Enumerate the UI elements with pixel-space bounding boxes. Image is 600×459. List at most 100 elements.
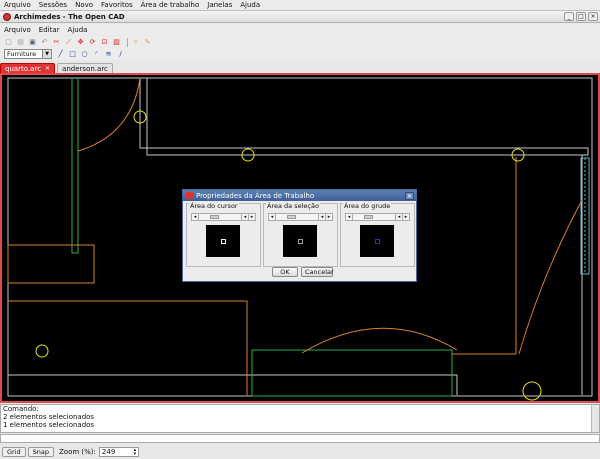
diagonal-line-icon[interactable]: /	[116, 50, 125, 59]
snap-toggle-button[interactable]: Snap	[27, 447, 55, 457]
group-label: Área do cursor	[189, 202, 239, 210]
cursor-area-slider[interactable]: ◂ ◂ ▸	[191, 213, 256, 221]
bed-arc	[301, 327, 458, 354]
document-icon[interactable]: ▧	[112, 38, 121, 47]
zoom-label: Zoom (%):	[59, 448, 96, 456]
command-console: Comando: 2 elementos selecionados 1 elem…	[0, 404, 600, 433]
cut-icon[interactable]: ✂	[52, 38, 61, 47]
slider-left-icon[interactable]: ◂	[241, 214, 248, 220]
group-label: Área do grude	[343, 202, 392, 210]
dialog-buttons: OK Cancelar	[272, 267, 334, 277]
open-file-icon[interactable]: ▤	[16, 38, 25, 47]
window-titlebar: Archimedes - The Open CAD _ □ ×	[0, 11, 600, 23]
console-scrollbar[interactable]	[591, 405, 599, 432]
desktop-menu-area-de-trabalho[interactable]: Área de trabalho	[137, 1, 204, 9]
save-icon[interactable]: ▣	[28, 38, 37, 47]
desktop-menu-janelas[interactable]: Janelas	[203, 1, 236, 9]
zoom-value: 249	[101, 448, 116, 456]
slider-right-icon[interactable]: ▸	[325, 214, 332, 220]
snap-area-preview	[360, 225, 394, 257]
app-menubar: Arquivo Editar Ajuda	[0, 24, 600, 35]
desktop-menu-novo[interactable]: Novo	[71, 1, 97, 9]
cabinet	[8, 300, 248, 395]
selection-area-group: Área da seleção ◂ ◂ ▸	[263, 202, 338, 267]
window-title: Archimedes - The Open CAD	[14, 12, 125, 21]
slider-left-icon[interactable]: ◂	[346, 214, 353, 220]
selection-area-slider[interactable]: ◂ ◂ ▸	[268, 213, 333, 221]
rectangle-icon[interactable]: □	[68, 50, 77, 59]
circle-icon[interactable]: ○	[80, 50, 89, 59]
selection-area-mark	[298, 239, 303, 244]
console-line: Comando:	[3, 405, 39, 413]
spinner-arrows-icon[interactable]: ▴ ▾	[132, 448, 138, 457]
new-file-icon[interactable]: ▢	[4, 38, 13, 47]
console-line: 1 elementos selecionados	[3, 421, 95, 429]
undo-icon[interactable]: ↶	[40, 38, 49, 47]
minimize-icon[interactable]: _	[564, 12, 574, 21]
line-draw-icon[interactable]: ╱	[56, 50, 65, 59]
desktop-menu-favoritos[interactable]: Favoritos	[97, 1, 137, 9]
tab-anderson[interactable]: anderson.arc	[57, 63, 113, 73]
cancel-button[interactable]: Cancelar	[301, 267, 334, 277]
inner-wall-bottom	[8, 374, 458, 395]
slider-right-icon[interactable]: ▸	[248, 214, 255, 220]
console-line: 2 elementos selecionados	[3, 413, 95, 421]
desktop-menu-sessoes[interactable]: Sessões	[35, 1, 71, 9]
snap-area-mark	[375, 239, 380, 244]
selection-area-preview	[283, 225, 317, 257]
dialog-title: Propriedades da Área de Trabalho	[196, 191, 315, 200]
drawing-toolbar: Furniture ▼ ╱ □ ○ ◜ ≋ /	[0, 48, 600, 60]
slider-thumb[interactable]	[364, 215, 373, 219]
desk	[7, 244, 95, 284]
slider-left-icon[interactable]: ◂	[395, 214, 402, 220]
chevron-down-icon: ▼	[42, 50, 51, 58]
slider-right-icon[interactable]: ▸	[402, 214, 409, 220]
move-icon[interactable]: ✥	[76, 38, 85, 47]
ok-button[interactable]: OK	[272, 267, 298, 277]
close-icon[interactable]: ×	[588, 12, 598, 21]
desktop-menu-arquivo[interactable]: Arquivo	[0, 1, 35, 9]
slider-left-icon[interactable]: ◂	[192, 214, 199, 220]
pencil-icon[interactable]: ✎	[143, 38, 152, 47]
slider-thumb[interactable]	[287, 215, 296, 219]
statusbar: Grid Snap Zoom (%): 249 ▴ ▾	[0, 445, 600, 459]
document-tabs: quarto.arc ✕ anderson.arc	[0, 62, 600, 73]
desktop-menubar: Arquivo Sessões Novo Favoritos Área de t…	[0, 0, 600, 11]
zoom-window-icon[interactable]: ⊡	[100, 38, 109, 47]
dialog-titlebar[interactable]: Propriedades da Área de Trabalho ✕	[183, 190, 416, 201]
cursor-area-preview	[206, 225, 240, 257]
snap-area-slider[interactable]: ◂ ◂ ▸	[345, 213, 410, 221]
cursor-area-mark	[221, 239, 226, 244]
slider-left-icon[interactable]: ◂	[318, 214, 325, 220]
green-bed	[251, 349, 453, 397]
grid-toggle-button[interactable]: Grid	[2, 447, 26, 457]
toolbar-separator	[127, 37, 128, 47]
zoom-spinner[interactable]: 249 ▴ ▾	[98, 447, 139, 457]
tab-close-icon[interactable]: ✕	[45, 65, 50, 72]
desktop-menu-ajuda[interactable]: Ajuda	[236, 1, 264, 9]
slider-thumb[interactable]	[210, 215, 219, 219]
inner-wall-top	[139, 78, 589, 156]
polyline-icon[interactable]: ≋	[104, 50, 113, 59]
slider-left-icon[interactable]: ◂	[269, 214, 276, 220]
app-icon	[3, 12, 11, 21]
layer-select-value: Furniture	[7, 50, 37, 58]
snap-area-group: Área do grude ◂ ◂ ▸	[340, 202, 415, 267]
line-tool-icon[interactable]: ⟋	[64, 38, 73, 47]
main-toolbar: ▢ ▤ ▣ ↶ ✂ ⟋ ✥ ⟳ ⊡ ▧ ✧ ✎	[0, 36, 600, 48]
menu-ajuda[interactable]: Ajuda	[64, 26, 92, 34]
maximize-icon[interactable]: □	[576, 12, 586, 21]
menu-editar[interactable]: Editar	[35, 26, 64, 34]
menu-arquivo[interactable]: Arquivo	[0, 26, 35, 34]
dialog-app-icon	[186, 192, 193, 199]
rotate-icon[interactable]: ⟳	[88, 38, 97, 47]
layer-select[interactable]: Furniture ▼	[4, 49, 52, 59]
dialog-body: Área do cursor ◂ ◂ ▸ Área da seleção ◂ ◂…	[186, 202, 415, 267]
snap-icon[interactable]: ✧	[131, 38, 140, 47]
command-input[interactable]	[0, 434, 600, 443]
wardrobe-line	[452, 157, 517, 355]
dialog-close-icon[interactable]: ✕	[405, 191, 414, 200]
tab-quarto[interactable]: quarto.arc ✕	[0, 63, 56, 73]
arc-icon[interactable]: ◜	[92, 50, 101, 59]
cursor-area-group: Área do cursor ◂ ◂ ▸	[186, 202, 261, 267]
